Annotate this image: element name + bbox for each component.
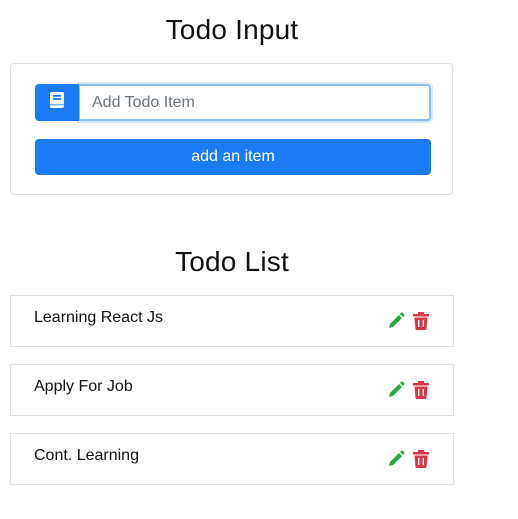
todo-item-actions [387, 450, 431, 468]
todo-list: Learning React Js Apply For Job Cont. Le… [10, 295, 454, 502]
todo-item-text: Apply For Job [34, 378, 133, 395]
todo-input-group [35, 84, 431, 121]
pencil-icon[interactable] [387, 450, 405, 468]
trash-icon[interactable] [413, 312, 431, 330]
book-icon [49, 91, 65, 114]
add-item-button[interactable]: add an item [35, 139, 431, 175]
todo-list-item: Learning React Js [10, 295, 454, 347]
todo-list-title: Todo List [175, 246, 289, 277]
todo-list-item: Cont. Learning [10, 433, 454, 485]
trash-icon[interactable] [413, 450, 431, 468]
todo-list-item: Apply For Job [10, 364, 454, 416]
todo-app: Todo Input add an item Todo List Learnin… [0, 0, 518, 519]
todo-item-text: Learning React Js [34, 309, 163, 326]
todo-item-text: Cont. Learning [34, 447, 139, 464]
pencil-icon[interactable] [387, 381, 405, 399]
todo-item-actions [387, 312, 431, 330]
pencil-icon[interactable] [387, 312, 405, 330]
input-prepend [35, 84, 79, 121]
todo-input-card: add an item [10, 63, 453, 195]
trash-icon[interactable] [413, 381, 431, 399]
todo-item-actions [387, 381, 431, 399]
todo-input-title: Todo Input [165, 14, 299, 45]
todo-item-input[interactable] [79, 84, 431, 121]
